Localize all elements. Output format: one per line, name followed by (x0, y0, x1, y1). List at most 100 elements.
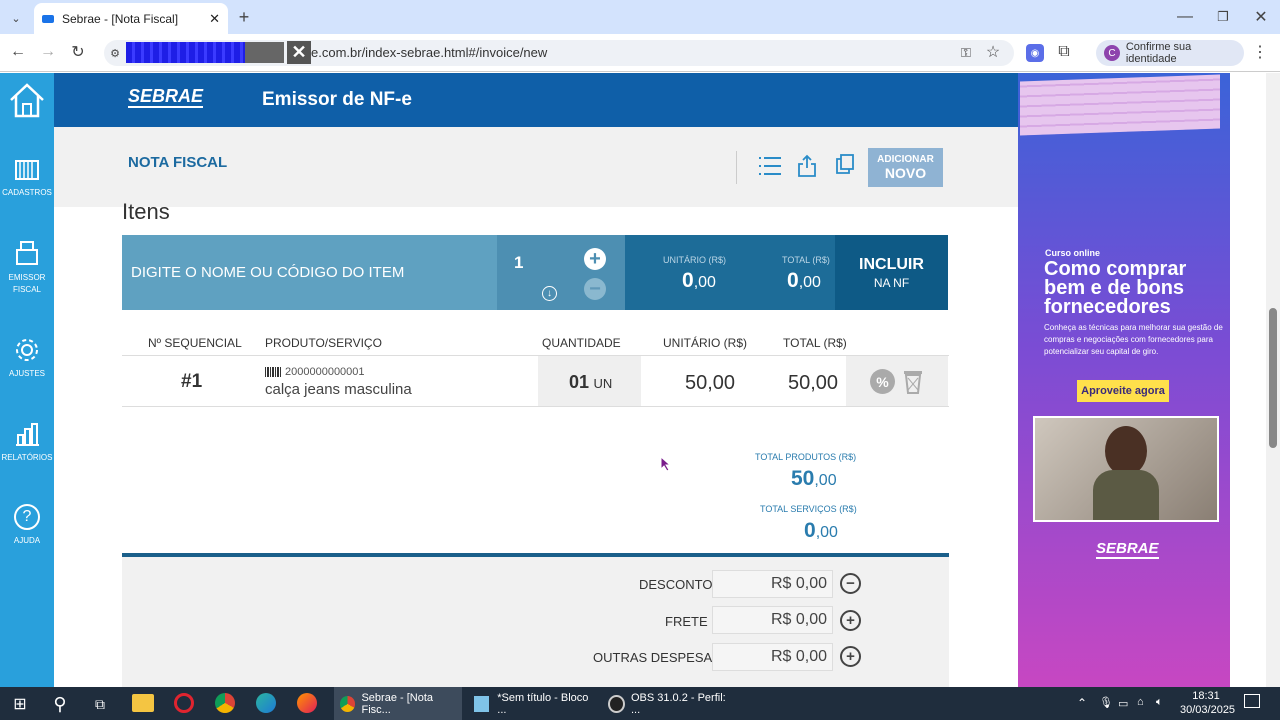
plus-circle-icon[interactable]: + (840, 646, 861, 667)
sidebar-item-cadastros[interactable]: CADASTROS (0, 158, 54, 197)
taskbar-item-chrome[interactable]: Sebrae - [Nota Fisc... (334, 687, 462, 720)
include-button[interactable]: INCLUIR NA NF (835, 235, 948, 310)
minus-circle-icon[interactable]: − (584, 278, 606, 300)
browser-tab[interactable]: Sebrae - [Nota Fiscal] ✕ (34, 3, 228, 34)
ad-headline: Como comprar bem e de bons fornecedores (1044, 258, 1187, 318)
items-heading: Itens (122, 199, 170, 224)
profile-chip[interactable]: C Confirme sua identidade (1096, 40, 1244, 66)
taskbar-item-obs[interactable]: OBS 31.0.2 - Perfil: ... (602, 687, 730, 720)
row-unit-price: 50,00 (685, 372, 736, 394)
other-expenses-input[interactable]: R$ 0,00 (712, 643, 833, 671)
row-total: 50,00 (788, 372, 839, 394)
extension-icon[interactable]: ◉ (1026, 44, 1044, 62)
edge-icon[interactable] (256, 693, 276, 713)
tab-title: Sebrae - [Nota Fiscal] (62, 11, 179, 26)
close-window-icon[interactable]: ✕ (1250, 6, 1272, 28)
task-view-icon[interactable]: ⧉ (88, 692, 112, 716)
notifications-icon[interactable] (1244, 694, 1260, 708)
sidebar-item-label: EMISSOR FISCAL (8, 273, 46, 294)
reload-icon[interactable]: ↻ (68, 42, 88, 62)
scrollbar-thumb[interactable] (1269, 308, 1277, 448)
plus-circle-icon[interactable]: + (584, 248, 606, 270)
forward-icon[interactable]: → (38, 42, 58, 62)
add-new-big: NOVO (884, 165, 927, 181)
col-unit: UNITÁRIO (R$) (663, 336, 747, 350)
barcode-icon (265, 367, 281, 377)
site-info-icon[interactable]: ⚙ (108, 44, 122, 62)
discount-label: DESCONTO (639, 577, 713, 592)
gear-icon (16, 339, 38, 361)
sebrae-logo: SEBRAE (128, 86, 204, 108)
add-new-small: ADICIONAR (877, 154, 934, 165)
include-main: INCLUIR (859, 255, 924, 273)
col-seq: Nº SEQUENCIAL (148, 336, 242, 350)
tray-chevron-icon[interactable]: ⌃ (1077, 696, 1087, 710)
discount-input[interactable]: R$ 0,00 (712, 570, 833, 598)
ad-tag: Curso online (1045, 248, 1101, 258)
sidebar-item-ajustes[interactable]: AJUSTES (0, 337, 54, 378)
password-key-icon[interactable]: ⚿ (956, 44, 976, 62)
opera-icon[interactable] (174, 693, 194, 713)
taskbar-item-notepad[interactable]: *Sem título - Bloco ... (468, 687, 596, 720)
col-total: TOTAL (R$) (783, 336, 847, 350)
freight-input[interactable]: R$ 0,00 (712, 606, 833, 634)
item-search-input[interactable]: DIGITE O NOME OU CÓDIGO DO ITEM (122, 235, 498, 310)
copy-icon[interactable] (834, 153, 856, 180)
file-explorer-icon[interactable] (132, 694, 154, 712)
row-seq: #1 (181, 371, 203, 392)
arrow-down-circle-icon[interactable]: ↓ (542, 286, 557, 301)
windows-start-icon[interactable]: ⊞ (8, 692, 32, 716)
sidebar-item-label: AJUSTES (8, 369, 45, 378)
sidebar-item-label: RELATÓRIOS (1, 453, 53, 462)
row-qty: 01 UN (569, 372, 613, 392)
chrome-icon[interactable] (215, 693, 235, 713)
bar-chart-icon (16, 423, 39, 446)
clock[interactable]: 18:31 30/03/2025 (1180, 689, 1235, 717)
unit-price-value: 0,00 (682, 269, 716, 292)
total-price-value: 0,00 (787, 269, 821, 292)
plus-circle-icon[interactable]: + (840, 610, 861, 631)
close-tab-icon[interactable]: ✕ (209, 11, 220, 27)
col-qty: QUANTIDADE (542, 336, 621, 350)
maximize-icon[interactable]: ❐ (1212, 6, 1234, 28)
sidebar-item-ajuda[interactable]: ? AJUDA (0, 504, 54, 545)
freight-label: FRETE (665, 614, 708, 629)
list-icon[interactable] (758, 155, 782, 182)
discount-percent-icon[interactable]: % (870, 369, 895, 394)
network-icon[interactable]: ⌂ (1137, 696, 1144, 708)
ad-paper-decoration (1020, 74, 1220, 136)
quantity-value[interactable]: 1 (514, 253, 523, 273)
ad-photo (1033, 416, 1219, 522)
minimize-icon[interactable]: — (1174, 6, 1196, 28)
share-icon[interactable] (797, 154, 817, 183)
ad-body: Conheça as técnicas para melhorar sua ge… (1044, 323, 1223, 356)
tab-list-icon[interactable]: ⌄ (6, 8, 26, 28)
menu-kebab-icon[interactable]: ⋮ (1252, 43, 1268, 61)
bookmark-star-icon[interactable]: ☆ (984, 43, 1002, 61)
search-icon[interactable]: ⚲ (48, 692, 72, 716)
firefox-icon[interactable] (297, 693, 317, 713)
battery-icon[interactable]: ▭ (1118, 697, 1128, 710)
ad-cta-button[interactable]: Aproveite agora (1077, 380, 1169, 402)
mouse-cursor-icon (660, 455, 672, 477)
total-services-value: 0,00 (804, 519, 838, 542)
row-code: 2000000000001 (265, 366, 365, 378)
add-new-button[interactable]: ADICIONAR NOVO (868, 148, 943, 187)
trash-icon[interactable] (902, 368, 924, 399)
url-text[interactable]: e.com.br/index-sebrae.html#/invoice/new (311, 45, 547, 60)
sidebar-item-emissor-fiscal[interactable]: EMISSOR FISCAL (0, 240, 54, 296)
redaction-close-icon: ✕ (287, 41, 311, 64)
home-button[interactable] (0, 73, 54, 127)
back-icon[interactable]: ← (8, 42, 28, 62)
minus-circle-icon[interactable]: − (840, 573, 861, 594)
chrome-icon (340, 695, 356, 712)
extensions-puzzle-icon[interactable]: ⧉ (1054, 43, 1074, 61)
sidebar-item-relatorios[interactable]: RELATÓRIOS (0, 421, 54, 462)
microphone-icon[interactable]: 🎙︎ (1099, 696, 1113, 709)
new-tab-icon[interactable]: + (234, 7, 254, 27)
search-placeholder: DIGITE O NOME OU CÓDIGO DO ITEM (131, 264, 405, 281)
register-icon (15, 160, 39, 180)
logout-icon[interactable] (1232, 88, 1254, 115)
total-products-value: 50,00 (791, 467, 837, 490)
volume-icon[interactable]: 🔈︎ (1156, 696, 1163, 709)
